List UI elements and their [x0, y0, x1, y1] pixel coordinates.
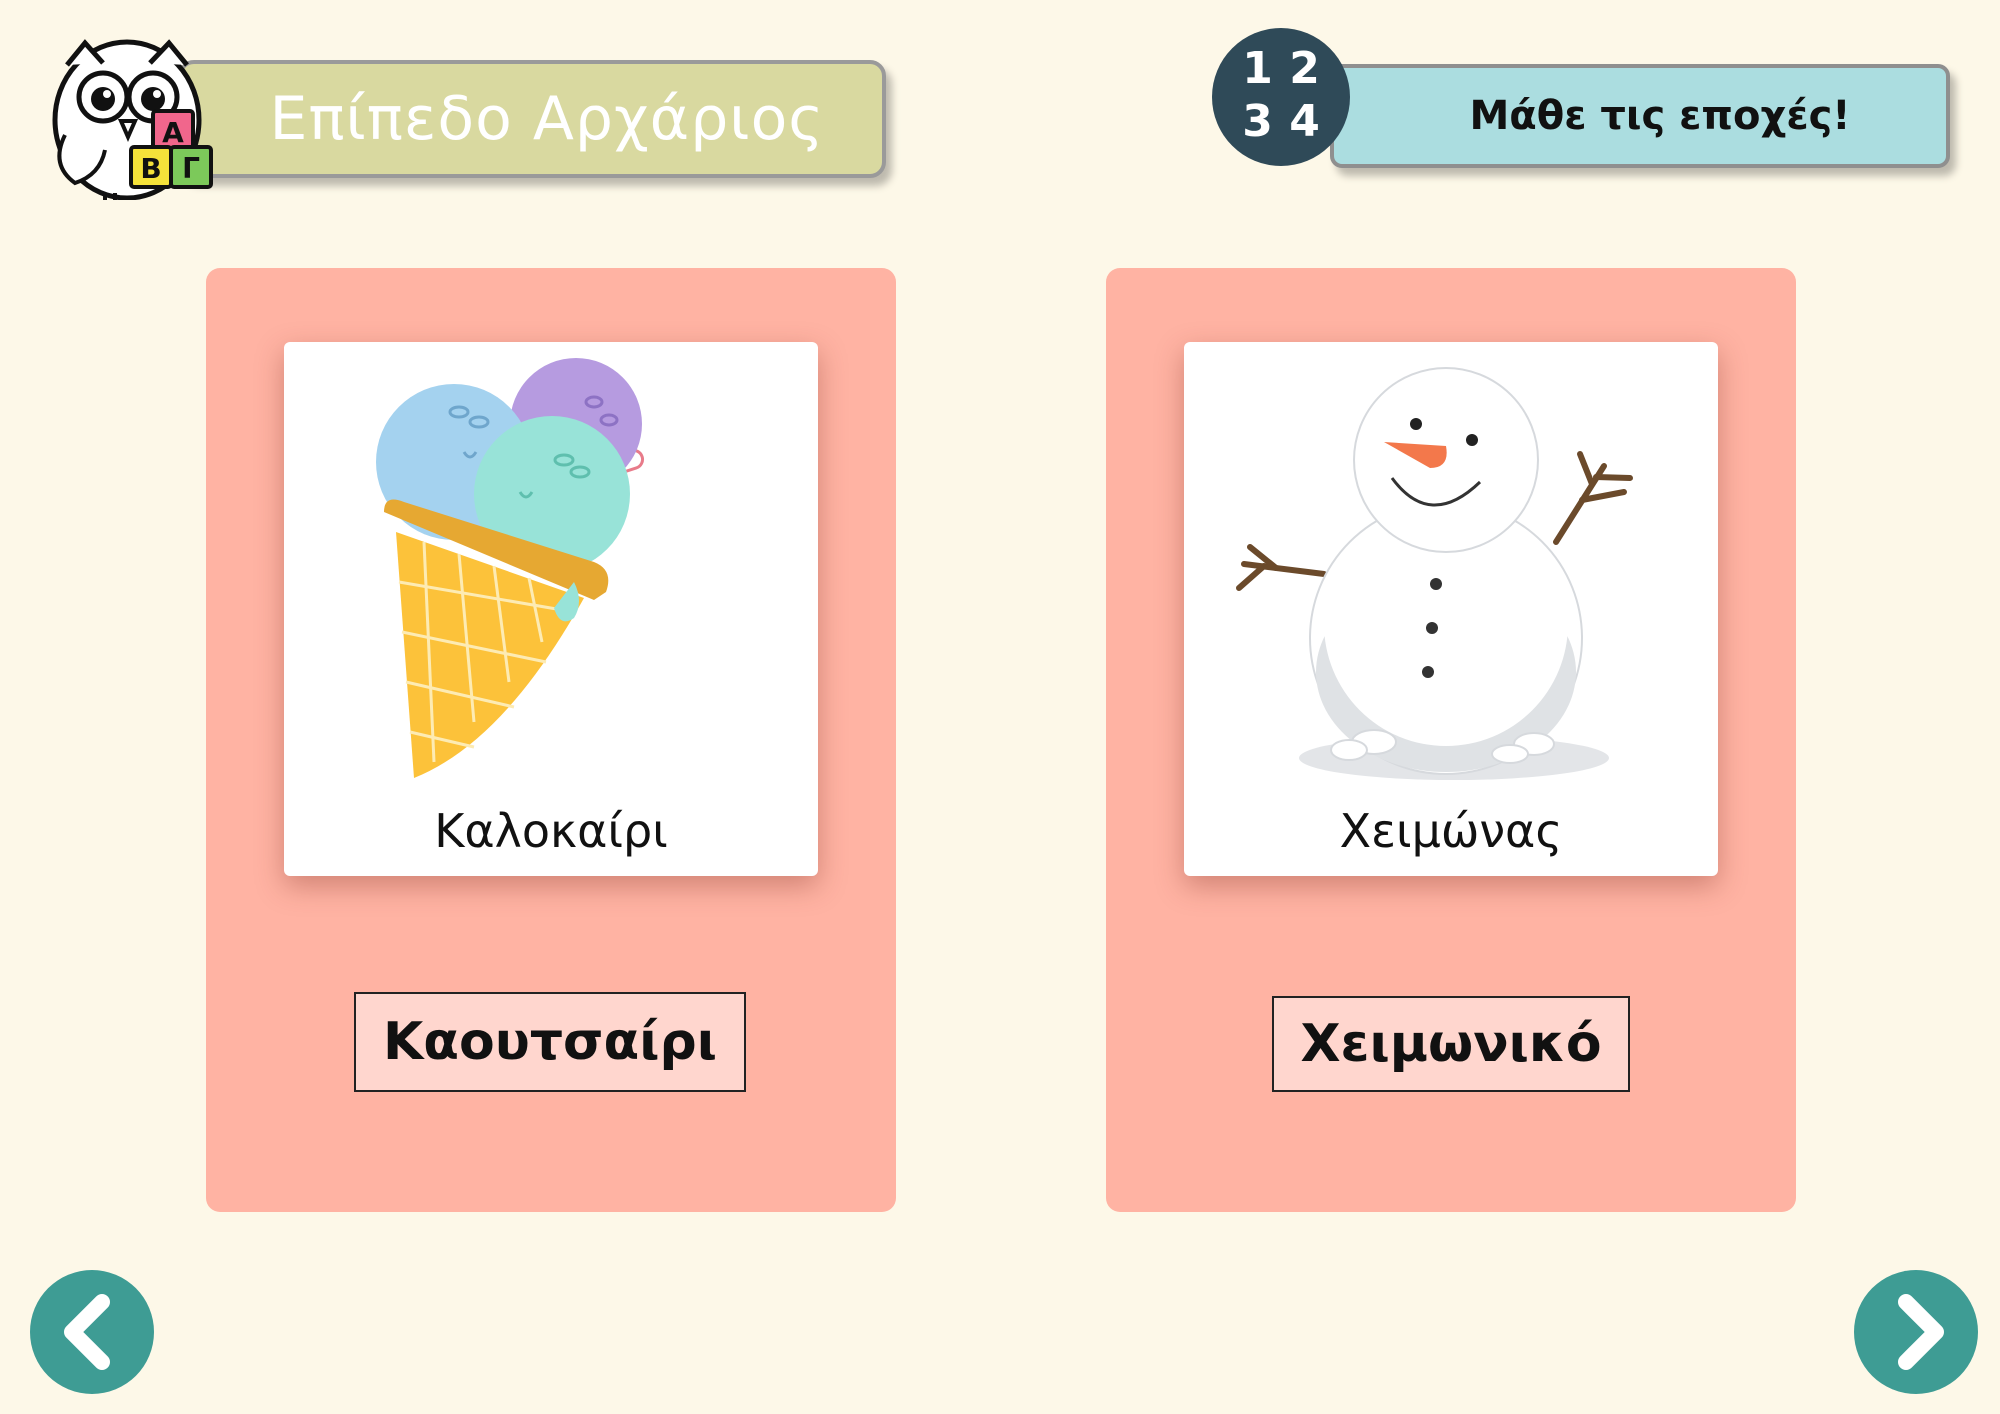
answer-text: Χειμωνικό: [1300, 1014, 1602, 1074]
snowman-icon: [1236, 367, 1633, 780]
picture-caption: Χειμώνας: [1339, 804, 1563, 858]
badge-number: 1: [1242, 43, 1273, 94]
chevron-right-icon: [1898, 1294, 1944, 1370]
ice-cream-cone-icon: [376, 358, 645, 778]
title-banner: Μάθε τις εποχές!: [1330, 64, 1950, 168]
level-banner: Επίπεδο Αρχάριος: [178, 60, 886, 178]
season-card-winter: Χειμώνας Χειμωνικό: [1106, 268, 1796, 1212]
answer-box[interactable]: Χειμωνικό: [1272, 996, 1630, 1092]
answer-text: Καουτσαίρι: [382, 1012, 717, 1072]
picture-frame: Χειμώνας: [1184, 342, 1718, 876]
badge-number: 3: [1242, 96, 1273, 147]
page-title: Μάθε τις εποχές!: [1469, 93, 1851, 139]
badge-number: 4: [1289, 96, 1320, 147]
answer-box[interactable]: Καουτσαίρι: [354, 992, 746, 1092]
picture-frame: Καλοκαίρι: [284, 342, 818, 876]
block-letter-a: A: [162, 116, 184, 149]
picture-caption: Καλοκαίρι: [434, 804, 668, 858]
block-letter-b: B: [140, 152, 161, 185]
owl-logo-icon: A B Γ: [45, 25, 225, 201]
previous-button[interactable]: [30, 1270, 154, 1394]
numbers-badge-icon: 1 2 3 4: [1212, 28, 1350, 166]
block-letter-g: Γ: [182, 152, 200, 185]
season-card-summer: Καλοκαίρι Καουτσαίρι: [206, 268, 896, 1212]
chevron-left-icon: [64, 1294, 110, 1370]
next-button[interactable]: [1854, 1270, 1978, 1394]
badge-number: 2: [1289, 43, 1320, 94]
level-label: Επίπεδο Αρχάριος: [269, 84, 825, 154]
